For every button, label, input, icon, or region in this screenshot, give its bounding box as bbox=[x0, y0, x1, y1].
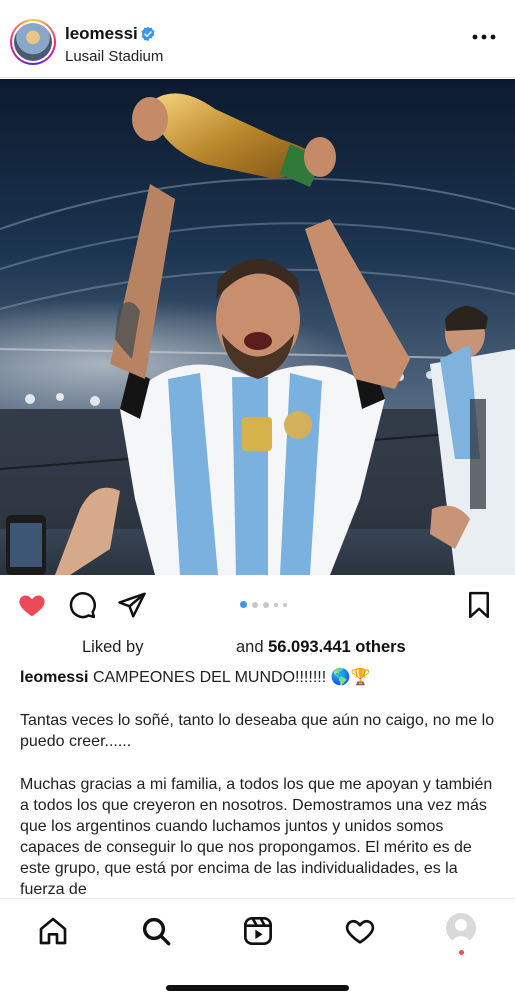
share-icon[interactable] bbox=[117, 590, 147, 620]
comment-icon[interactable] bbox=[67, 590, 97, 620]
caption: leomessi CAMPEONES DEL MUNDO!!!!!!! 🌎🏆 T… bbox=[20, 667, 500, 898]
post-header: leomessi Lusail Stadium bbox=[0, 0, 515, 78]
caption-headline: CAMPEONES DEL MUNDO!!!!!!! 🌎🏆 bbox=[92, 669, 371, 686]
carousel-dot bbox=[240, 601, 247, 608]
post-location[interactable]: Lusail Stadium bbox=[65, 48, 163, 65]
reels-icon[interactable] bbox=[242, 915, 274, 947]
verified-badge-icon bbox=[141, 26, 155, 42]
profile-avatar-icon[interactable] bbox=[446, 913, 476, 943]
liked-by-label: Liked by bbox=[82, 638, 144, 656]
caption-headline-line: leomessi CAMPEONES DEL MUNDO!!!!!!! 🌎🏆 bbox=[20, 667, 500, 688]
carousel-dot bbox=[252, 601, 258, 608]
caption-paragraph: Muchas gracias a mi familia, a todos los… bbox=[20, 776, 493, 898]
notification-dot bbox=[459, 950, 464, 955]
profile-silhouette-icon bbox=[450, 919, 472, 943]
avatar-image bbox=[14, 23, 52, 61]
caption-area: leomessi CAMPEONES DEL MUNDO!!!!!!! 🌎🏆 T… bbox=[0, 660, 515, 898]
heart-filled-icon[interactable] bbox=[17, 590, 47, 620]
carousel-dot bbox=[263, 601, 269, 608]
home-indicator bbox=[166, 985, 349, 991]
carousel-dot bbox=[283, 602, 287, 607]
bottom-tab-bar bbox=[0, 898, 515, 1000]
likes-count-text: 56.093.441 others bbox=[268, 638, 406, 656]
story-avatar[interactable] bbox=[10, 19, 56, 65]
carousel-indicator bbox=[240, 601, 287, 608]
activity-heart-icon[interactable] bbox=[344, 915, 376, 947]
more-options-icon[interactable] bbox=[471, 30, 497, 44]
carousel-dot bbox=[274, 602, 278, 607]
home-icon[interactable] bbox=[37, 915, 69, 947]
photo-illustration bbox=[0, 79, 515, 575]
avatar-border bbox=[12, 21, 54, 63]
post-actions bbox=[0, 590, 515, 620]
likes-and-label: and bbox=[236, 638, 264, 656]
caption-username[interactable]: leomessi bbox=[20, 669, 88, 686]
search-icon[interactable] bbox=[140, 915, 172, 947]
post-photo[interactable] bbox=[0, 79, 515, 575]
likes-count[interactable]: and 56.093.441 others bbox=[236, 638, 406, 657]
post-username[interactable]: leomessi bbox=[65, 24, 138, 44]
bookmark-icon[interactable] bbox=[464, 590, 494, 620]
caption-paragraph: Tantas veces lo soñé, tanto lo deseaba q… bbox=[20, 712, 495, 750]
